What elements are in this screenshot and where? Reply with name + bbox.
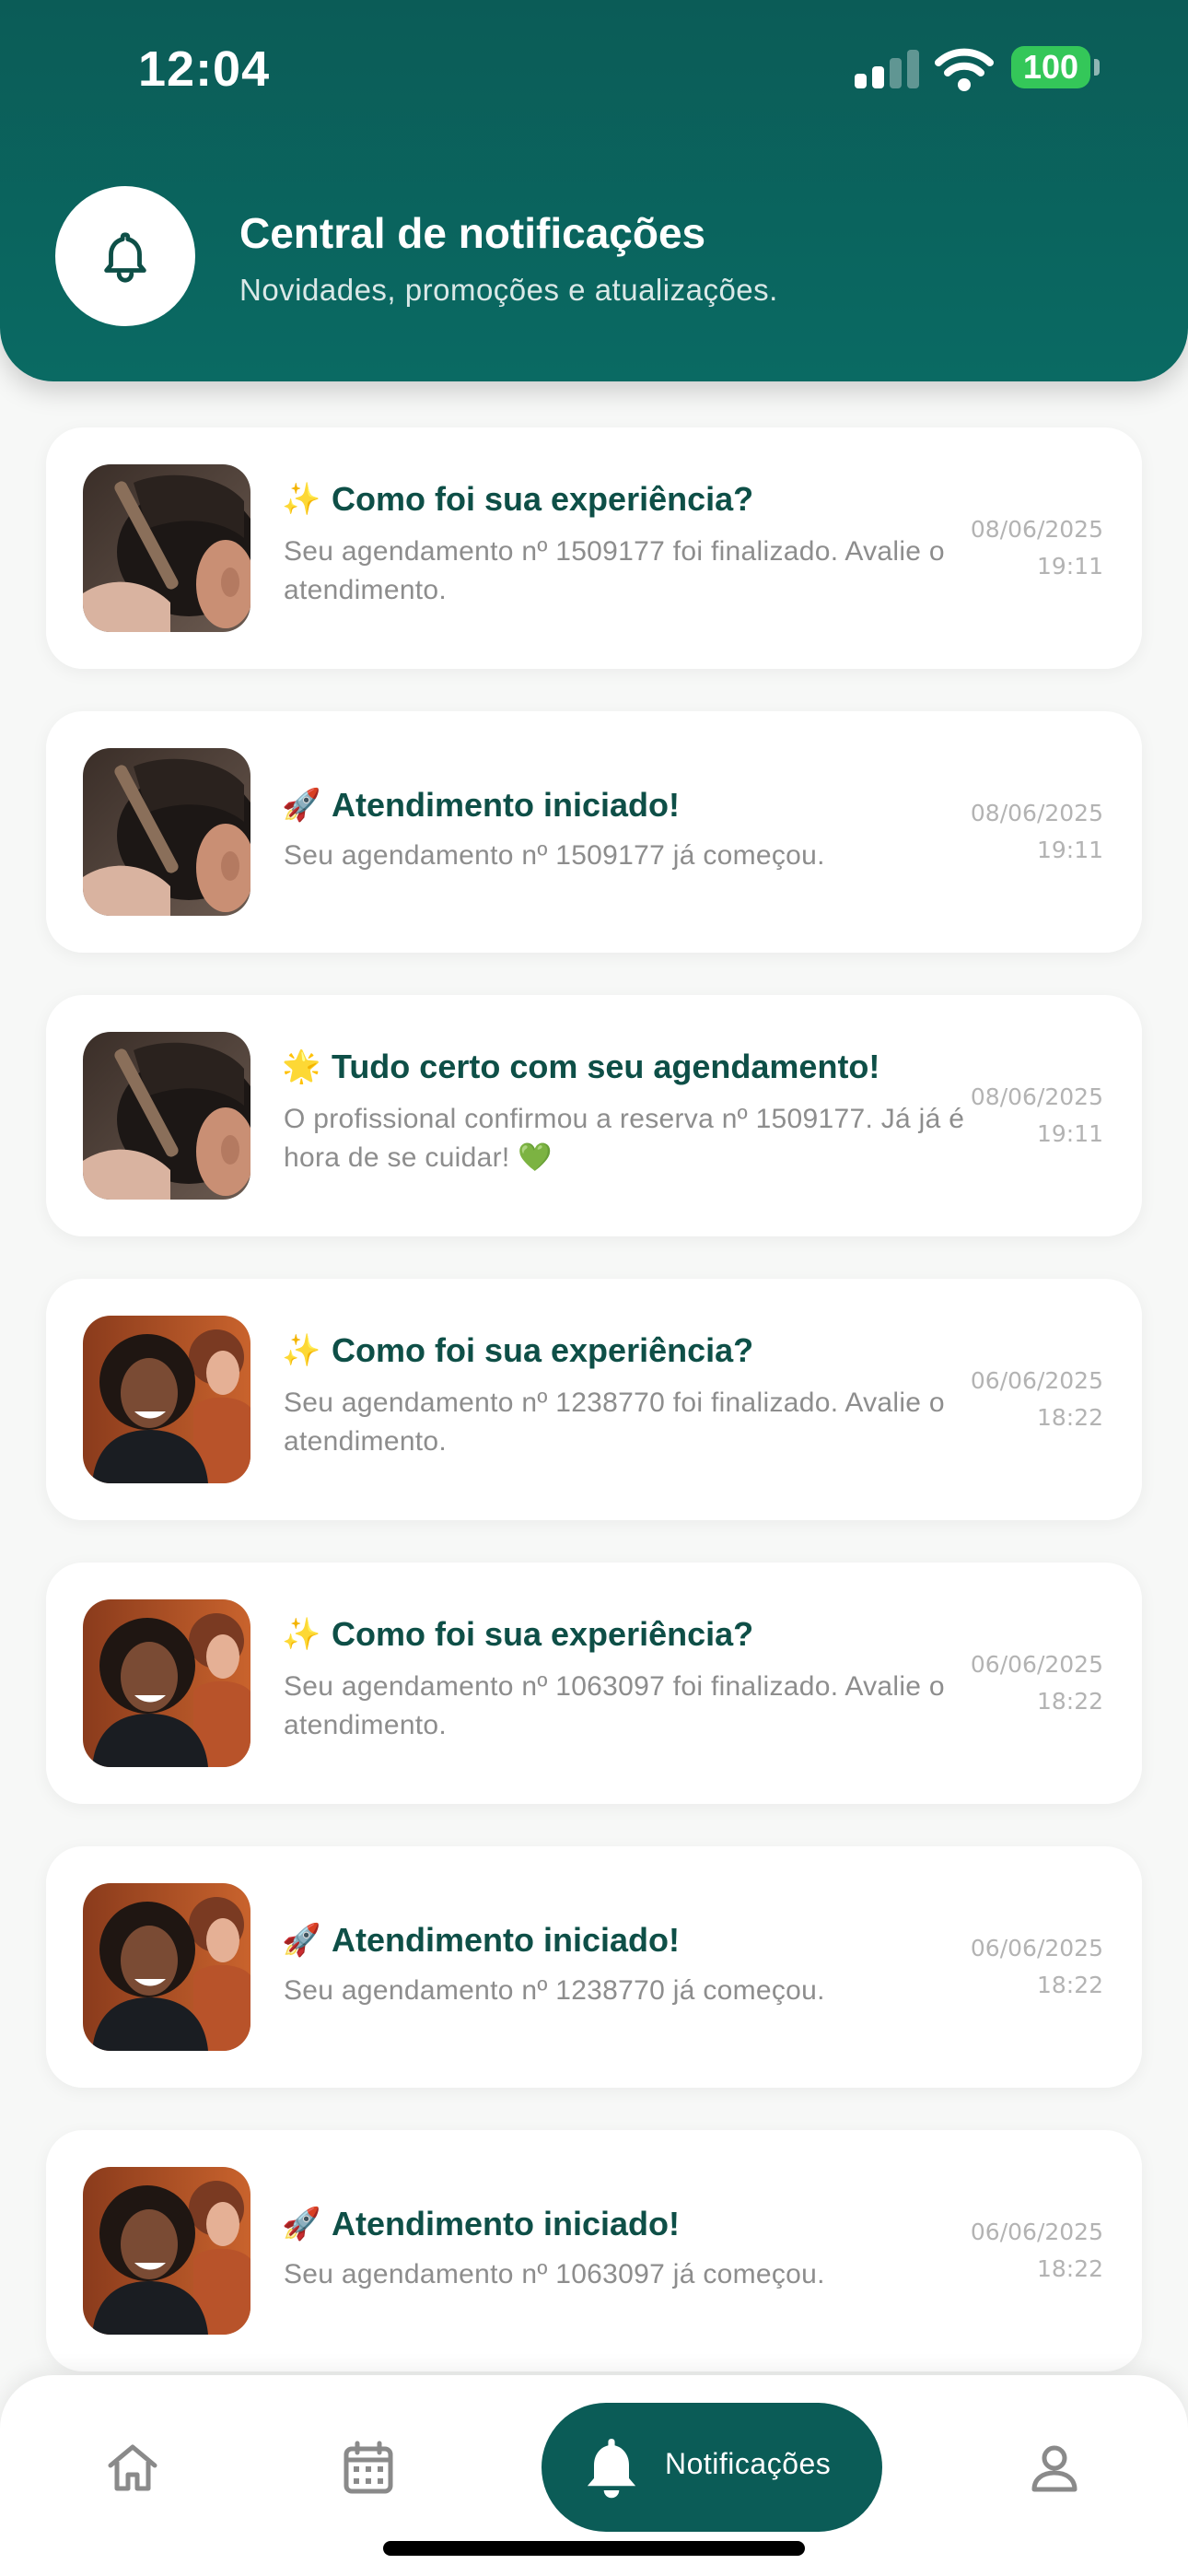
notification-time: 18:22 (1036, 1688, 1103, 1715)
notification-body: O profissional confirmou a reserva nº 15… (284, 1104, 965, 1173)
salon-client-photo (83, 2167, 250, 2335)
notification-card[interactable]: 🌟 Tudo certo com seu agendamento! O prof… (46, 995, 1142, 1236)
salon-client-photo (83, 1883, 250, 2051)
notification-emoji-icon: ✨ (282, 482, 321, 517)
page-subtitle: Novidades, promoções e atualizações. (239, 273, 778, 307)
notification-thumbnail (83, 1599, 250, 1767)
notification-body: Seu agendamento nº 1238770 foi finalizad… (284, 1388, 945, 1457)
notification-time: 18:22 (1036, 2255, 1103, 2282)
header-bell-badge (55, 186, 195, 326)
notification-title: Como foi sua experiência? (332, 480, 754, 518)
notification-card[interactable]: 🚀 Atendimento iniciado! Seu agendamento … (46, 711, 1142, 953)
cellular-signal-icon (855, 48, 919, 88)
salon-client-photo (83, 1599, 250, 1767)
nav-profile[interactable] (1008, 2421, 1101, 2513)
notification-time: 19:11 (1036, 1120, 1103, 1147)
notification-time: 19:11 (1036, 553, 1103, 580)
wifi-icon (935, 46, 994, 92)
barber-haircut-photo (83, 464, 250, 632)
notification-card[interactable]: 🚀 Atendimento iniciado! Seu agendamento … (46, 2130, 1142, 2371)
calendar-icon (344, 2441, 393, 2494)
bell-icon (587, 2439, 636, 2499)
page-title: Central de notificações (239, 209, 706, 257)
notification-thumbnail (83, 464, 250, 632)
home-indicator (383, 2541, 805, 2556)
notification-body: Seu agendamento nº 1063097 já começou. (284, 2259, 825, 2289)
notification-body: Seu agendamento nº 1509177 já começou. (284, 840, 825, 871)
notification-emoji-icon: ✨ (282, 1333, 321, 1368)
notification-thumbnail (83, 1883, 250, 2051)
notification-title: Tudo certo com seu agendamento! (332, 1048, 880, 1085)
salon-client-photo (83, 1316, 250, 1483)
notification-date: 06/06/2025 (970, 1367, 1103, 1394)
notification-emoji-icon: 🚀 (282, 1923, 321, 1958)
notification-title: Atendimento iniciado! (332, 1921, 680, 1959)
notification-time: 19:11 (1036, 837, 1103, 863)
home-icon (108, 2444, 157, 2491)
notification-body: Seu agendamento nº 1509177 foi finalizad… (284, 536, 945, 605)
notification-title: Como foi sua experiência? (332, 1331, 754, 1369)
notification-thumbnail (83, 1032, 250, 1200)
user-icon (1031, 2445, 1077, 2492)
notification-thumbnail (83, 2167, 250, 2335)
notification-date: 06/06/2025 (970, 2219, 1103, 2245)
barber-haircut-photo (83, 748, 250, 916)
nav-home[interactable] (87, 2421, 179, 2513)
notification-title: Atendimento iniciado! (332, 786, 680, 824)
notification-date: 06/06/2025 (970, 1651, 1103, 1678)
notification-card[interactable]: 🚀 Atendimento iniciado! Seu agendamento … (46, 1846, 1142, 2088)
notification-date: 08/06/2025 (970, 1083, 1103, 1110)
notification-date: 08/06/2025 (970, 516, 1103, 543)
notification-date: 08/06/2025 (970, 800, 1103, 826)
notification-body: Seu agendamento nº 1063097 foi finalizad… (284, 1671, 945, 1740)
notification-time: 18:22 (1036, 1972, 1103, 1998)
notification-emoji-icon: 🌟 (282, 1049, 321, 1084)
nav-notifications-label: Notificações (665, 2447, 832, 2480)
nav-calendar[interactable] (322, 2421, 414, 2513)
barber-haircut-photo (83, 1032, 250, 1200)
notification-date: 06/06/2025 (970, 1935, 1103, 1961)
battery-tip (1094, 59, 1100, 76)
notification-card[interactable]: ✨ Como foi sua experiência? Seu agendame… (46, 1279, 1142, 1520)
notification-title: Como foi sua experiência? (332, 1615, 754, 1653)
notification-card[interactable]: ✨ Como foi sua experiência? Seu agendame… (46, 1563, 1142, 1804)
notification-thumbnail (83, 1316, 250, 1483)
notification-emoji-icon: 🚀 (282, 788, 321, 823)
battery-indicator: 100 (1011, 46, 1090, 88)
notification-thumbnail (83, 748, 250, 916)
bell-icon (104, 232, 146, 283)
notification-body: Seu agendamento nº 1238770 já começou. (284, 1975, 825, 2006)
status-time: 12:04 (138, 41, 271, 97)
notification-emoji-icon: 🚀 (282, 2207, 321, 2242)
nav-notifications[interactable]: Notificações (542, 2403, 882, 2532)
notification-time: 18:22 (1036, 1404, 1103, 1431)
notification-title: Atendimento iniciado! (332, 2205, 680, 2242)
header: 12:04 100 Central de notificações Novida… (0, 0, 1188, 381)
notification-card[interactable]: ✨ Como foi sua experiência? Seu agendame… (46, 427, 1142, 669)
notification-emoji-icon: ✨ (282, 1617, 321, 1652)
